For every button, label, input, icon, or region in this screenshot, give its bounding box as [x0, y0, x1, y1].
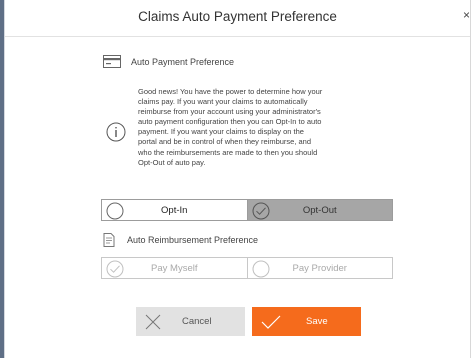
radio-circle-icon: [252, 260, 269, 278]
auto-payment-toggle: Opt-In Opt-Out: [101, 199, 393, 221]
opt-out-label: Opt-Out: [302, 204, 337, 216]
cancel-button[interactable]: Cancel: [136, 307, 245, 336]
pay-provider-label: Pay Provider: [292, 262, 347, 274]
pay-myself-label: Pay Myself: [151, 262, 198, 274]
auto-reimbursement-section-title: Auto Reimbursement Preference: [127, 235, 259, 245]
pay-myself-option[interactable]: Pay Myself: [102, 258, 247, 278]
opt-in-label: Opt-In: [161, 204, 188, 216]
dialog-title-bar: Claims Auto Payment Preference ×: [5, 0, 470, 37]
auto-reimbursement-section-header: Auto Reimbursement Preference: [103, 233, 258, 247]
save-label: Save: [306, 316, 328, 327]
close-button[interactable]: ×: [463, 8, 470, 22]
opt-out-option[interactable]: Opt-Out: [246, 200, 392, 220]
auto-payment-section-header: Auto Payment Preference: [103, 55, 234, 69]
check-circle-icon: [106, 260, 124, 278]
dialog-title: Claims Auto Payment Preference: [138, 9, 337, 24]
window-frame-inner-edge: [4, 0, 5, 358]
auto-payment-section-title: Auto Payment Preference: [131, 57, 235, 67]
radio-circle-icon: [106, 202, 124, 220]
receipt-icon: [103, 233, 117, 247]
pay-provider-option[interactable]: Pay Provider: [246, 258, 393, 278]
auto-reimbursement-toggle: Pay Myself Pay Provider: [101, 257, 393, 279]
payment-card-icon: [103, 55, 123, 69]
close-x-icon: [145, 314, 161, 330]
info-icon: [106, 122, 126, 142]
save-button[interactable]: Save: [252, 307, 361, 336]
checkmark-icon: [261, 315, 281, 329]
auto-payment-description: Good news! You have the power to determi…: [138, 87, 323, 167]
check-circle-icon: [252, 202, 269, 220]
cancel-label: Cancel: [182, 316, 212, 327]
opt-in-option[interactable]: Opt-In: [102, 200, 247, 220]
